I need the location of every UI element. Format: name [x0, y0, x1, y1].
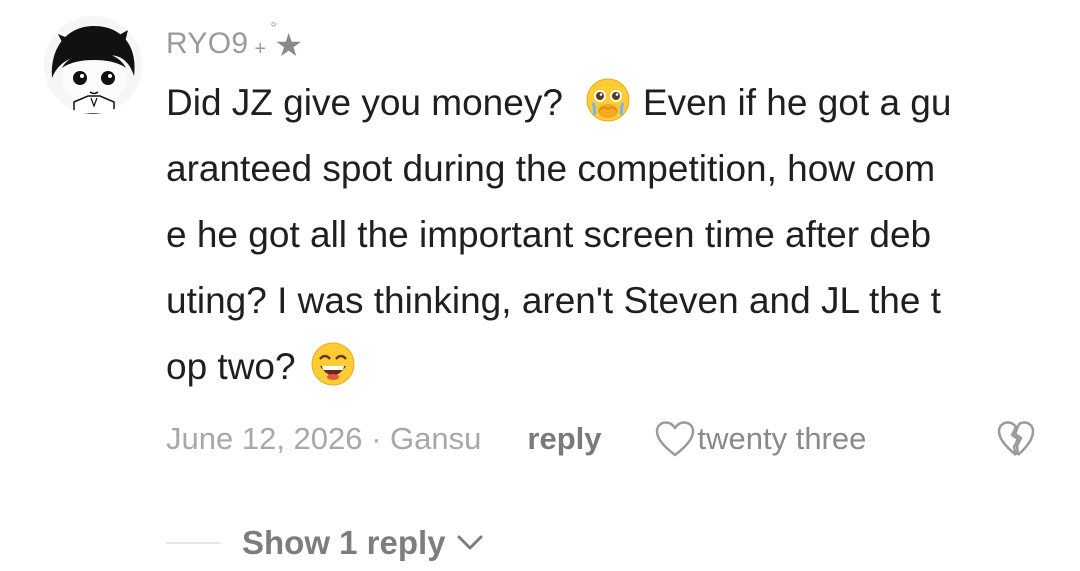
comment-line-1: Did JZ give you money? Even if he got a …: [166, 70, 1046, 136]
like-button[interactable]: twenty three: [654, 420, 867, 458]
replies-row: Show 1 reply: [166, 520, 484, 566]
grinning-sweat-emoji: [311, 342, 355, 386]
show-replies-button[interactable]: Show 1 reply: [242, 524, 484, 562]
show-replies-label: Show 1 reply: [242, 524, 446, 561]
comment-line-2: aranteed spot during the competition, ho…: [166, 148, 936, 189]
user-badge-icon: + ° ★: [254, 20, 304, 63]
dislike-button[interactable]: [996, 420, 1036, 466]
comment-text: Did JZ give you money? Even if he got a …: [166, 70, 1046, 400]
comment-meta-row: June 12, 2026 · Gansu reply twenty three: [166, 414, 1046, 464]
chevron-down-icon: [457, 535, 483, 550]
divider: [166, 542, 220, 544]
comment-line-5: op two?: [166, 334, 1046, 400]
like-count: twenty three: [697, 421, 867, 456]
comment-line-4: uting? I was thinking, aren't Steven and…: [166, 280, 941, 321]
username-row: RYO9 + ° ★: [166, 20, 318, 64]
heart-outline-icon: [655, 421, 694, 457]
comment-item: RYO9 + ° ★ Did JZ give you money? Even i…: [0, 0, 1080, 571]
avatar-illustration: [44, 16, 142, 114]
avatar[interactable]: [44, 16, 142, 114]
broken-heart-icon: [997, 421, 1035, 456]
username[interactable]: RYO9: [166, 27, 248, 61]
reply-button[interactable]: reply: [527, 421, 601, 457]
date-location: June 12, 2026 · Gansu: [166, 421, 482, 456]
comment-line-3: e he got all the important screen time a…: [166, 214, 932, 255]
pleading-face-emoji: [586, 78, 630, 122]
